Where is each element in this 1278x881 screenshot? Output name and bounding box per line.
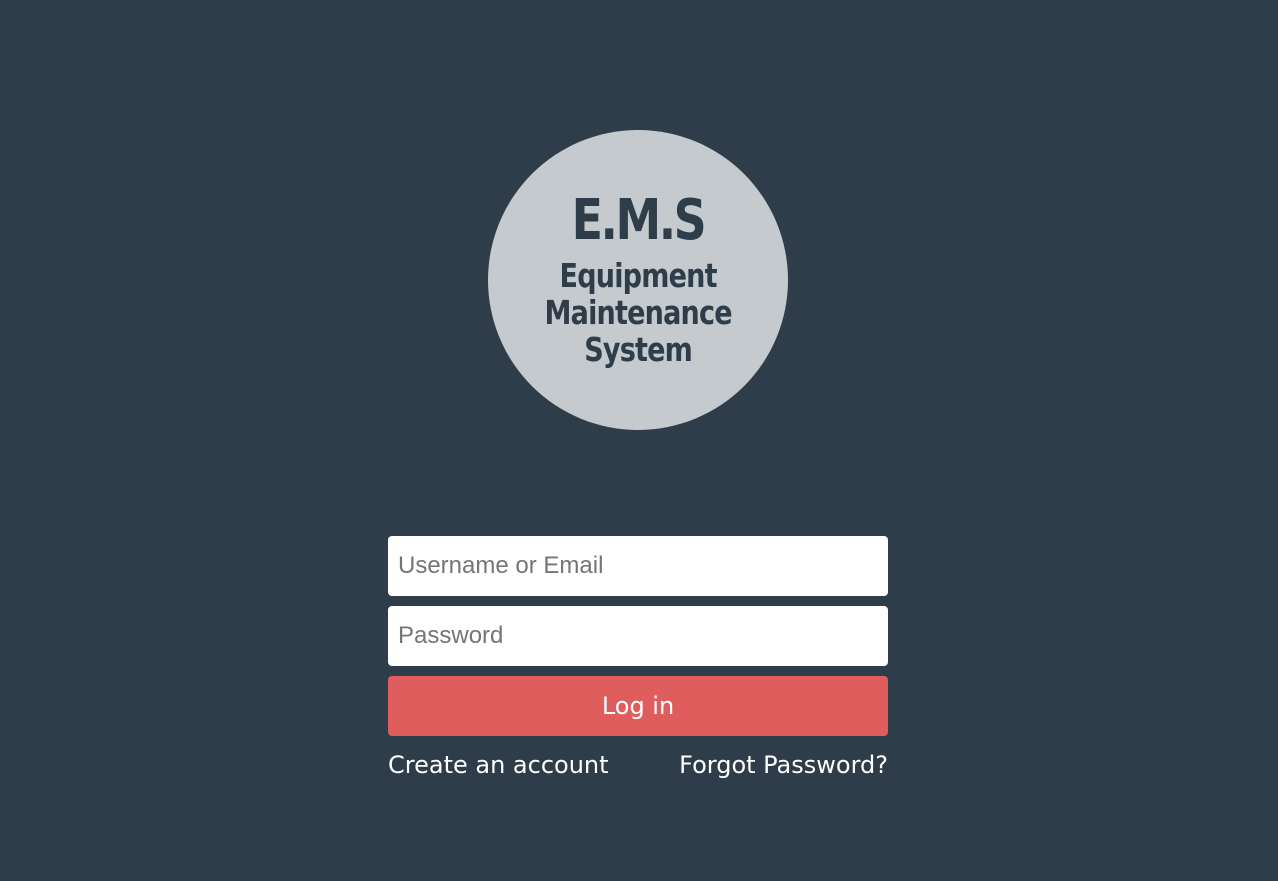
logo-name-line: System [584, 329, 693, 369]
create-account-link[interactable]: Create an account [388, 750, 609, 780]
logo-abbreviation: E.M.S [571, 187, 707, 253]
username-email-input[interactable] [388, 536, 888, 596]
ems-logo: E.M.S Equipment Maintenance System [488, 130, 788, 430]
logo-name-line: Equipment [559, 255, 717, 295]
login-page: E.M.S Equipment Maintenance System Log i… [0, 0, 1278, 881]
login-button[interactable]: Log in [388, 676, 888, 736]
forgot-password-link[interactable]: Forgot Password? [679, 750, 888, 780]
auth-links: Create an account Forgot Password? [388, 750, 888, 780]
logo-name-line: Maintenance [544, 292, 732, 332]
password-input[interactable] [388, 606, 888, 666]
login-form: Log in Create an account Forgot Password… [388, 536, 888, 780]
logo-full-name: Equipment Maintenance System [544, 255, 732, 369]
